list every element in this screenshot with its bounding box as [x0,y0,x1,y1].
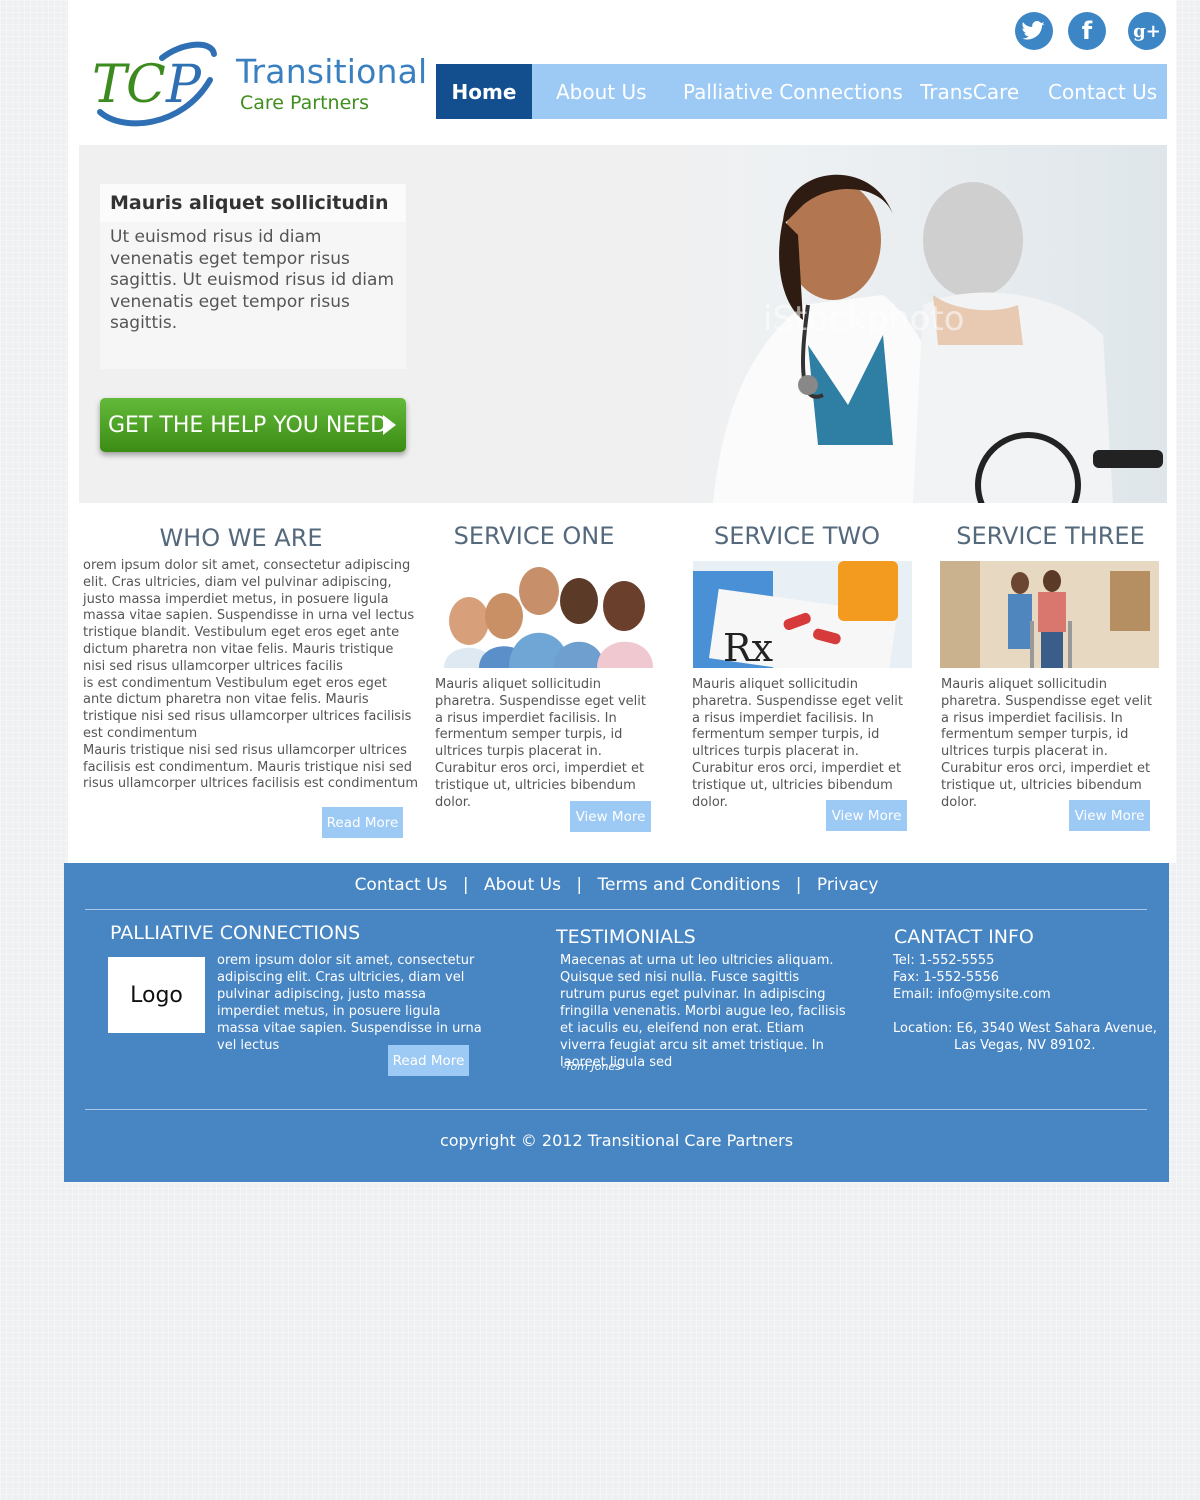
svg-text:C: C [126,55,166,115]
hero-card-body: Ut euismod risus id diam venenatis eget … [110,227,395,333]
footer-divider [85,1109,1147,1110]
palliative-read-more-button[interactable]: Read More [388,1045,469,1076]
footer-link-about-us[interactable]: About Us [484,875,561,895]
contact-location-line-1: Location: E6, 3540 West Sahara Avenue, [893,1021,1157,1036]
hero-card: Mauris aliquet sollicitudin Ut euismod r… [100,184,406,369]
palliative-connections-title: PALLIATIVE CONNECTIONS [110,922,361,944]
contact-info-title: CANTACT INFO [894,926,1034,948]
service-two-image: Rx [693,561,912,668]
footer-logo-placeholder: Logo [108,957,205,1033]
facebook-icon[interactable]: f [1068,12,1106,50]
nav-contact-us[interactable]: Contact Us [1048,64,1157,119]
service-one-image [439,561,658,668]
contact-email[interactable]: Email: info@mysite.com [893,986,1051,1003]
footer-separator: | [576,875,583,895]
footer-links: Contact Us | About Us | Terms and Condit… [64,875,1169,895]
play-arrow-icon [383,415,396,435]
nav-palliative-connections[interactable]: Palliative Connections [683,64,903,119]
service-one-title: SERVICE ONE [453,522,615,550]
service-three-view-more-button[interactable]: View More [1069,800,1150,831]
brand-subtitle: Care Partners [240,92,369,114]
contact-fax: Fax: 1-552-5556 [893,970,1000,985]
nav-transcare[interactable]: TransCare [920,64,1019,119]
testimonials-title: TESTIMONIALS [556,926,696,948]
who-we-are-read-more-button[interactable]: Read More [322,807,403,838]
who-we-are-paragraph: Mauris tristique nisi sed risus ullamcor… [83,742,419,792]
hero-doctor-patient-photo: iStockphoto [633,145,1167,503]
contact-tel: Tel: 1-552-5555 [893,953,995,968]
nav-home[interactable]: Home [436,64,532,119]
service-three-title: SERVICE THREE [956,522,1145,550]
contact-location-line-2: Las Vegas, NV 89102. [954,1038,1096,1053]
service-three-image [940,561,1159,668]
tcp-logo-mark: T C P [92,41,217,127]
hero-banner: iStockphoto Mauris aliquet sollicitudin … [79,145,1167,503]
testimonial-text: Maecenas at urna ut leo ultricies aliqua… [560,953,846,1070]
footer-link-privacy[interactable]: Privacy [817,875,879,895]
footer-link-terms[interactable]: Terms and Conditions [597,875,780,895]
who-we-are-paragraph: is est condimentum Vestibulum eget eros … [83,675,412,741]
palliative-connections-text: orem ipsum dolor sit amet, consectetur a… [217,953,482,1053]
service-two-text: Mauris aliquet sollicitudin pharetra. Su… [692,677,903,810]
svg-text:P: P [165,55,202,115]
twitter-icon[interactable] [1015,12,1053,50]
footer-divider [85,909,1147,910]
service-one-text: Mauris aliquet sollicitudin pharetra. Su… [435,677,646,810]
who-we-are-paragraph: orem ipsum dolor sit amet, consectetur a… [83,558,415,674]
testimonial-author: -Tom Jones- [562,1060,625,1073]
service-three-text: Mauris aliquet sollicitudin pharetra. Su… [941,677,1152,810]
footer-link-contact-us[interactable]: Contact Us [355,875,448,895]
service-one-view-more-button[interactable]: View More [570,801,651,832]
hero-card-title: Mauris aliquet sollicitudin [100,184,406,222]
site-footer: Contact Us | About Us | Terms and Condit… [64,863,1169,1182]
nav-about-us[interactable]: About Us [556,64,647,119]
who-we-are-title: WHO WE ARE [159,524,323,552]
footer-separator: | [462,875,469,895]
hero-watermark: iStockphoto [763,299,965,339]
get-help-button[interactable]: GET THE HELP YOU NEED [100,398,406,452]
who-we-are-text: orem ipsum dolor sit amet, consectetur a… [83,558,419,793]
copyright-text: copyright © 2012 Transitional Care Partn… [439,1131,794,1150]
footer-separator: | [795,875,802,895]
svg-text:Rx: Rx [723,626,773,668]
brand-title: Transitional [236,52,428,91]
svg-text:T: T [92,55,130,115]
service-two-title: SERVICE TWO [713,522,881,550]
google-plus-icon[interactable]: g+ [1128,12,1166,50]
service-two-view-more-button[interactable]: View More [826,800,907,831]
main-nav: Home About Us Palliative Connections Tra… [436,64,1167,119]
get-help-label: GET THE HELP YOU NEED [108,412,388,438]
